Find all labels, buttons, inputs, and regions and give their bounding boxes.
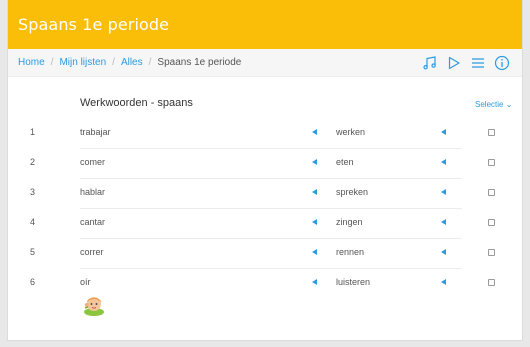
spanish-word: comer bbox=[80, 157, 106, 167]
speaker-icon[interactable] bbox=[441, 159, 446, 165]
speaker-icon[interactable] bbox=[441, 249, 446, 255]
row-number: 5 bbox=[30, 247, 36, 257]
breadcrumb-separator: / bbox=[112, 57, 115, 68]
toolbar bbox=[421, 54, 510, 71]
breadcrumb-current: Spaans 1e periode bbox=[157, 57, 242, 68]
speaker-icon[interactable] bbox=[312, 129, 317, 135]
speaker-icon[interactable] bbox=[312, 249, 317, 255]
dutch-word: werken bbox=[336, 127, 366, 137]
list-item: 5 correr rennen bbox=[8, 239, 522, 269]
row-number: 6 bbox=[30, 277, 36, 287]
spanish-word: cantar bbox=[80, 217, 106, 227]
music-icon[interactable] bbox=[421, 54, 438, 71]
dutch-word: zingen bbox=[336, 217, 363, 227]
list-item: 1 trabajar werken bbox=[8, 119, 522, 149]
speaker-icon[interactable] bbox=[441, 279, 446, 285]
list-item: 6 oír luisteren bbox=[8, 269, 522, 316]
page-header: Spaans 1e periode bbox=[8, 0, 522, 49]
row-number: 3 bbox=[30, 187, 36, 197]
dutch-word: spreken bbox=[336, 187, 369, 197]
page-title: Spaans 1e periode bbox=[18, 15, 170, 34]
speaker-icon[interactable] bbox=[441, 189, 446, 195]
breadcrumb-my-lists[interactable]: Mijn lijsten bbox=[59, 57, 106, 68]
list-item: 4 cantar zingen bbox=[8, 209, 522, 239]
list-title: Werkwoorden - spaans bbox=[80, 97, 193, 109]
menu-icon[interactable] bbox=[469, 54, 486, 71]
row-number: 2 bbox=[30, 157, 36, 167]
row-number: 1 bbox=[30, 127, 36, 137]
breadcrumb: Home / Mijn lijsten / Alles / Spaans 1e … bbox=[8, 49, 522, 77]
selectie-label: Selectie bbox=[475, 100, 504, 109]
dutch-word: rennen bbox=[336, 247, 365, 257]
selectie-dropdown[interactable]: Selectie ⌄ bbox=[475, 100, 512, 109]
speaker-icon[interactable] bbox=[441, 219, 446, 225]
list-header: Werkwoorden - spaans Selectie ⌄ bbox=[8, 97, 522, 113]
breadcrumb-separator: / bbox=[148, 57, 152, 68]
spanish-word: hablar bbox=[80, 187, 106, 197]
info-icon[interactable] bbox=[493, 54, 510, 71]
dutch-word: luisteren bbox=[336, 277, 371, 287]
list-item: 2 comer eten bbox=[8, 149, 522, 179]
breadcrumb-all[interactable]: Alles bbox=[121, 57, 143, 68]
word-list: 1 trabajar werken 2 comer eten 3 hablar … bbox=[8, 119, 522, 316]
speaker-icon[interactable] bbox=[312, 279, 317, 285]
speaker-icon[interactable] bbox=[312, 159, 317, 165]
row-checkbox[interactable] bbox=[488, 189, 495, 196]
child-listening-icon bbox=[84, 297, 104, 316]
row-number: 4 bbox=[30, 217, 36, 227]
speaker-icon[interactable] bbox=[441, 129, 446, 135]
row-checkbox[interactable] bbox=[488, 159, 495, 166]
row-checkbox[interactable] bbox=[488, 279, 495, 286]
chevron-down-icon: ⌄ bbox=[505, 100, 513, 109]
breadcrumb-separator: / bbox=[50, 57, 54, 68]
spanish-word: correr bbox=[80, 247, 104, 257]
list-item: 3 hablar spreken bbox=[8, 179, 522, 209]
row-checkbox[interactable] bbox=[488, 129, 495, 136]
breadcrumb-home[interactable]: Home bbox=[18, 57, 45, 68]
play-icon[interactable] bbox=[445, 54, 462, 71]
row-checkbox[interactable] bbox=[488, 249, 495, 256]
row-checkbox[interactable] bbox=[488, 219, 495, 226]
dutch-word: eten bbox=[336, 157, 354, 167]
speaker-icon[interactable] bbox=[312, 189, 317, 195]
spanish-word: oír bbox=[80, 277, 91, 287]
spanish-word: trabajar bbox=[80, 127, 111, 137]
speaker-icon[interactable] bbox=[312, 219, 317, 225]
app-window: Spaans 1e periode Home / Mijn lijsten / … bbox=[7, 0, 523, 341]
